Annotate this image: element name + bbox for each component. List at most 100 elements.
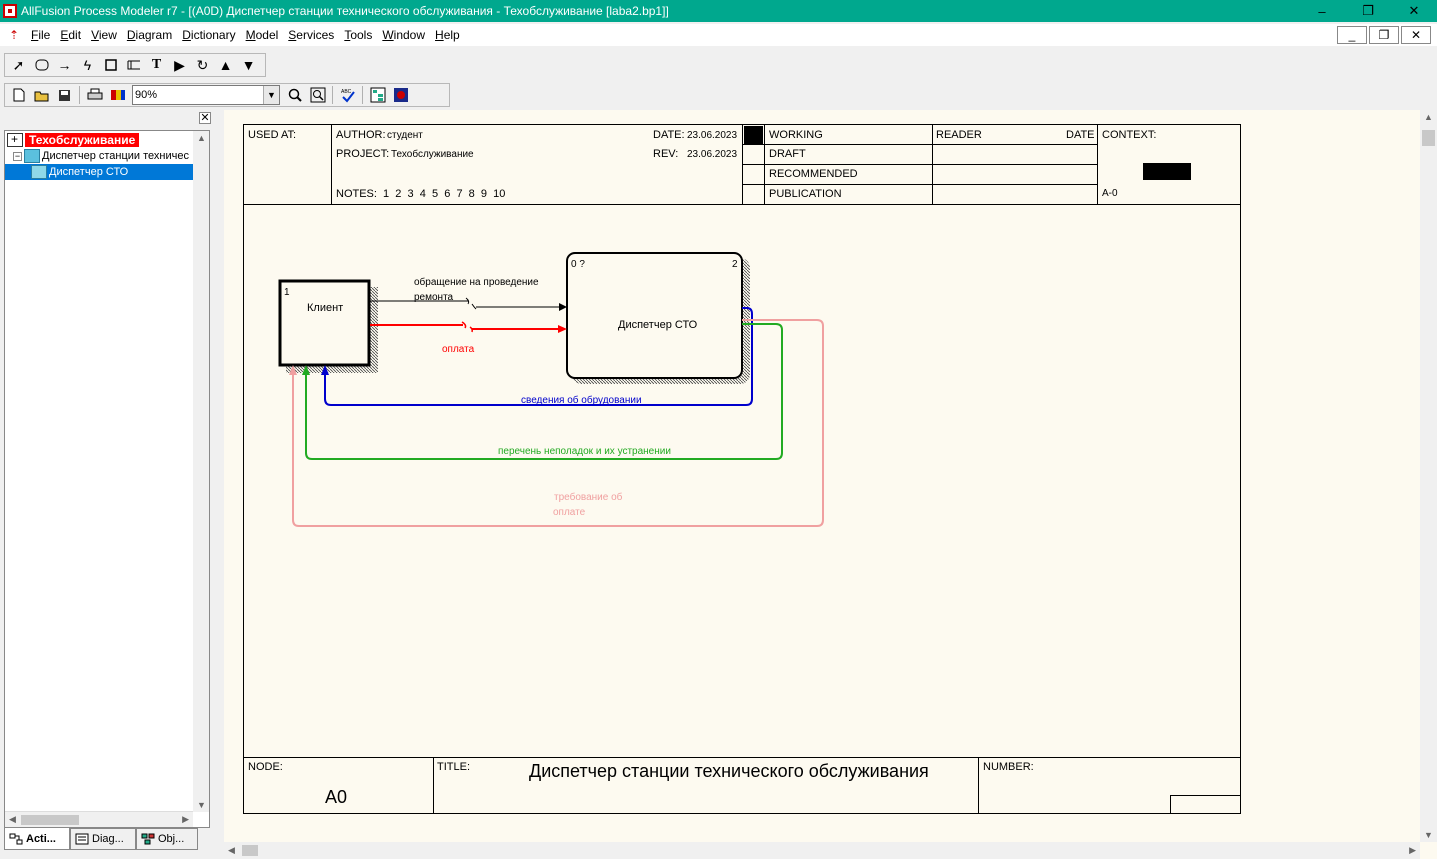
arrow-tool-icon[interactable]: →	[53, 54, 76, 76]
scroll-left-icon[interactable]: ◀	[228, 845, 235, 856]
text-tool-icon[interactable]: T	[145, 54, 168, 76]
mdi-close-button[interactable]: ✕	[1401, 26, 1431, 44]
scroll-up-icon[interactable]: ▲	[197, 133, 206, 143]
mdi-minimize-button[interactable]: _	[1337, 26, 1367, 44]
tree-horizontal-scrollbar[interactable]: ◀ ▶	[5, 811, 193, 827]
save-icon[interactable]	[53, 84, 76, 106]
scroll-up-icon[interactable]: ▲	[1424, 112, 1433, 122]
print-icon[interactable]	[83, 84, 106, 106]
rev-value: 23.06.2023	[687, 149, 738, 160]
menu-model[interactable]: Model	[241, 28, 284, 42]
status-working: WORKING	[769, 129, 823, 141]
scrollbar-thumb[interactable]	[21, 815, 79, 825]
menu-file[interactable]: File	[26, 28, 55, 42]
workspace-vertical-scrollbar[interactable]: ▲ ▼	[1420, 110, 1437, 842]
model-tree: Техобслуживание − Диспетчер станции техн…	[4, 130, 210, 828]
node-label: NODE:	[248, 761, 283, 773]
tree-item-activity[interactable]: Диспетчер СТО	[5, 164, 193, 180]
scrollbar-thumb[interactable]	[1422, 130, 1435, 146]
tree-item-diagram[interactable]: − Диспетчер станции техничес	[13, 148, 189, 164]
box-client-label: Клиент	[307, 302, 343, 314]
frame-header: USED AT: AUTHOR: студент PROJECT: Техобс…	[244, 125, 1240, 205]
document-icon[interactable]: ⇡	[6, 27, 22, 43]
tab-activities[interactable]: Acti...	[4, 828, 70, 850]
menu-diagram[interactable]: Diagram	[122, 28, 177, 42]
box-dispatcher-label: Диспетчер СТО	[618, 319, 698, 331]
reader-label: READER	[936, 129, 982, 141]
box-client-number: 1	[284, 287, 290, 298]
menu-window[interactable]: Window	[377, 28, 430, 42]
pointer-icon[interactable]: ➚	[7, 54, 30, 76]
close-explorer-icon[interactable]: ✕	[199, 112, 211, 124]
model-explorer-icon[interactable]	[366, 84, 389, 106]
menu-tools[interactable]: Tools	[339, 28, 377, 42]
minimize-button[interactable]: –	[1299, 0, 1345, 22]
close-button[interactable]: ✕	[1391, 0, 1437, 22]
tab-objects[interactable]: Obj...	[136, 828, 198, 850]
scrollbar-thumb[interactable]	[242, 845, 258, 856]
toolbar-separator	[79, 86, 80, 104]
activities-icon	[9, 833, 23, 844]
activity-box-dispatcher[interactable]: 0 ? 2 Диспетчер СТО	[566, 252, 750, 384]
idef0-frame: USED AT: AUTHOR: студент PROJECT: Техобс…	[243, 124, 1241, 814]
data-store-icon[interactable]	[122, 54, 145, 76]
standard-toolbar: 90% ▼ ABC	[4, 83, 450, 107]
scroll-left-icon[interactable]: ◀	[9, 814, 16, 825]
zoom-fit-icon[interactable]	[306, 84, 329, 106]
spell-check-icon[interactable]: ABC	[336, 84, 359, 106]
zoom-in-icon[interactable]	[283, 84, 306, 106]
scroll-down-icon[interactable]: ▼	[1424, 830, 1433, 840]
diagrams-icon	[75, 833, 89, 845]
menu-edit[interactable]: Edit	[55, 28, 86, 42]
menu-view[interactable]: View	[86, 28, 122, 42]
tab-activities-label: Acti...	[26, 832, 56, 845]
open-folder-icon[interactable]	[30, 84, 53, 106]
collapse-icon[interactable]: −	[13, 151, 22, 161]
tab-diagrams[interactable]: Diag...	[70, 828, 136, 850]
mdi-controls: _ ❐ ✕	[1337, 26, 1431, 44]
tree-diagram-label: Диспетчер станции техничес	[42, 150, 189, 162]
scroll-down-icon[interactable]: ▼	[197, 800, 206, 810]
play-icon[interactable]: ▶	[168, 54, 191, 76]
used-at-label: USED AT:	[248, 129, 297, 141]
menu-services[interactable]: Services	[283, 28, 339, 42]
squiggle-icon[interactable]: ϟ	[76, 54, 99, 76]
svg-text:ABC: ABC	[341, 89, 352, 95]
tree-vertical-scrollbar[interactable]: ▲ ▼	[193, 131, 209, 812]
chevron-down-icon[interactable]: ▼	[263, 86, 279, 104]
activity-box-icon[interactable]	[30, 54, 53, 76]
menu-help[interactable]: Help	[430, 28, 465, 42]
author-value: студент	[387, 130, 423, 141]
mdi-restore-button[interactable]: ❐	[1369, 26, 1399, 44]
box-dispatcher-prefix: 0 ?	[571, 259, 585, 270]
rev-label: REV:	[653, 148, 679, 160]
go-up-icon[interactable]: ▲	[214, 54, 237, 76]
navigator-icon[interactable]	[389, 84, 412, 106]
external-ref-icon[interactable]	[99, 54, 122, 76]
status-recommended: RECOMMENDED	[769, 168, 858, 180]
maximize-button[interactable]: ❐	[1345, 0, 1391, 22]
scroll-right-icon[interactable]: ▶	[182, 814, 189, 825]
rotate-icon[interactable]: ↻	[191, 54, 214, 76]
number-label: NUMBER:	[983, 761, 1034, 773]
activity-box-client[interactable]: 1 Клиент	[278, 279, 378, 373]
date-label: DATE:	[653, 129, 685, 141]
diagram-icon	[24, 149, 40, 163]
go-down-icon[interactable]: ▼	[237, 54, 260, 76]
app-icon	[3, 4, 17, 18]
drawing-toolbar: ➚ → ϟ T ▶ ↻ ▲ ▼	[4, 53, 266, 77]
workspace-horizontal-scrollbar[interactable]: ◀ ▶	[224, 842, 1420, 859]
diagram-title: Диспетчер станции технического обслужива…	[529, 761, 929, 781]
title-label: TITLE:	[437, 761, 471, 773]
working-status-mark	[744, 126, 763, 144]
context-label: CONTEXT:	[1102, 129, 1157, 141]
tree-model-label: Техобслуживание	[25, 133, 140, 147]
color-palette-icon[interactable]	[106, 84, 129, 106]
menu-dictionary[interactable]: Dictionary	[177, 28, 240, 42]
scroll-right-icon[interactable]: ▶	[1409, 845, 1416, 856]
menu-bar: ⇡ File Edit View Diagram Dictionary Mode…	[0, 24, 1437, 46]
zoom-select[interactable]: 90% ▼	[132, 85, 280, 105]
tree-item-model[interactable]: Техобслуживание	[7, 132, 140, 148]
new-file-icon[interactable]	[7, 84, 30, 106]
context-node: A-0	[1102, 188, 1118, 199]
